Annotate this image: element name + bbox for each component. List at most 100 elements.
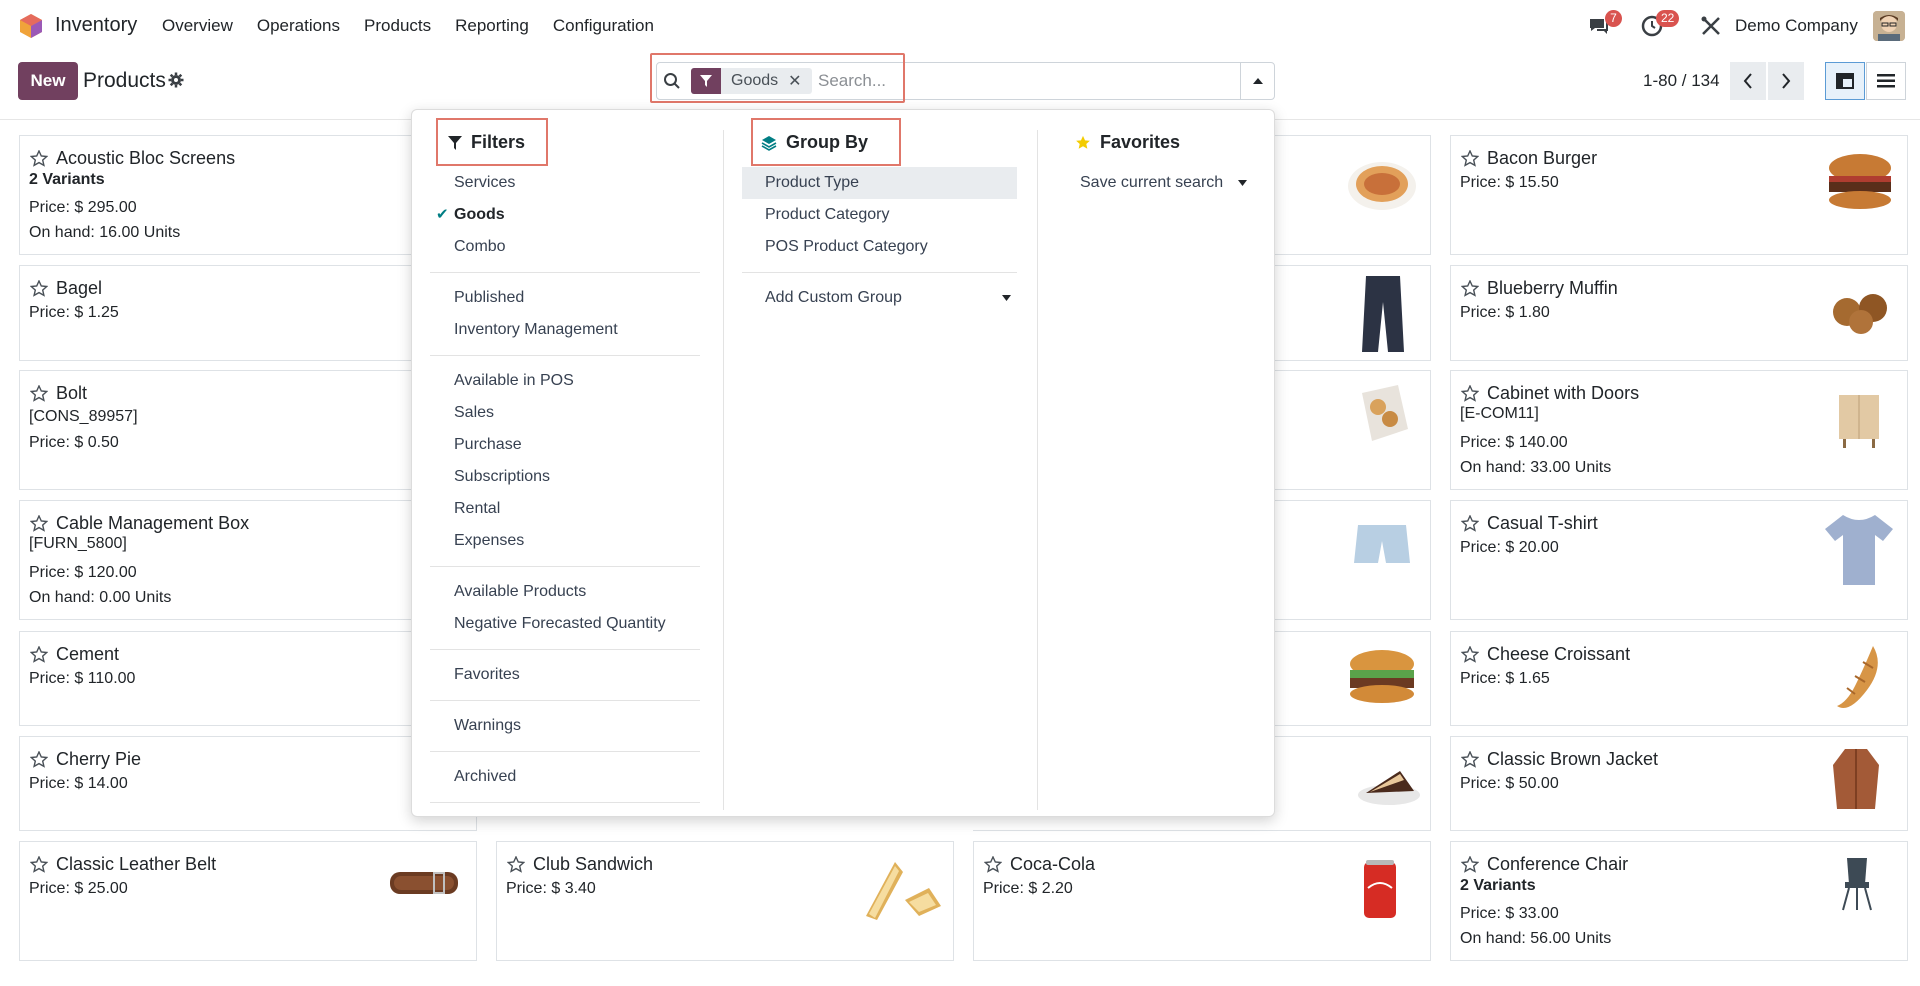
product-card[interactable]: Bolt [CONS_89957] Price: $ 0.50 [19, 370, 477, 490]
product-name: Cherry Pie [56, 749, 142, 769]
kanban-view-button[interactable] [1825, 62, 1865, 100]
filter-sales[interactable]: Sales [454, 404, 494, 422]
star-icon[interactable] [30, 515, 48, 533]
product-on-hand: On hand: 33.00 Units [1460, 459, 1612, 476]
product-card[interactable]: Cheese Croissant Price: $ 1.65 [1450, 631, 1908, 726]
groupby-product-type[interactable]: Product Type [765, 174, 859, 192]
product-card[interactable]: Bacon Burger Price: $ 15.50 [1450, 135, 1908, 255]
filter-warnings[interactable]: Warnings [454, 717, 521, 735]
filters-separator [430, 272, 700, 273]
product-card[interactable]: Cherry Pie Price: $ 14.00 [19, 736, 477, 831]
product-card[interactable]: Coca-Cola Price: $ 2.20 [973, 841, 1431, 961]
star-icon[interactable] [1461, 150, 1479, 168]
filter-combo[interactable]: Combo [454, 238, 506, 256]
product-card[interactable]: Cable Management Box [FURN_5800] Price: … [19, 500, 477, 620]
product-on-hand: On hand: 0.00 Units [29, 589, 172, 606]
product-reference: [CONS_89957] [29, 408, 138, 425]
gear-icon[interactable] [168, 72, 184, 88]
star-icon[interactable] [1461, 856, 1479, 874]
star-icon[interactable] [30, 646, 48, 664]
menu-products[interactable]: Products [364, 16, 431, 36]
product-card[interactable]: Bagel Price: $ 1.25 [19, 265, 477, 361]
product-card[interactable]: Cabinet with Doors [E-COM11] Price: $ 14… [1450, 370, 1908, 490]
save-current-search[interactable]: Save current search [1080, 174, 1223, 192]
groupby-product-category[interactable]: Product Category [765, 206, 890, 224]
search-options-dropdown: Filters ✔ Services Goods Combo Published… [411, 109, 1275, 817]
burger-image [1350, 650, 1414, 703]
jacket-image [1833, 749, 1879, 809]
user-avatar[interactable] [1873, 11, 1905, 41]
product-card[interactable]: Blueberry Muffin Price: $ 1.80 [1450, 265, 1908, 361]
star-icon[interactable] [984, 856, 1002, 874]
list-view-button[interactable] [1866, 62, 1906, 100]
product-card[interactable]: Conference Chair 2 Variants Price: $ 33.… [1450, 841, 1908, 961]
filter-available-products[interactable]: Available Products [454, 583, 586, 601]
product-card[interactable]: Casual T-shirt Price: $ 20.00 [1450, 500, 1908, 620]
menu-reporting[interactable]: Reporting [455, 16, 529, 36]
star-icon[interactable] [30, 856, 48, 874]
filter-purchase[interactable]: Purchase [454, 436, 522, 454]
product-name: Blueberry Muffin [1487, 278, 1618, 298]
menu-operations[interactable]: Operations [257, 16, 340, 36]
product-price: Price: $ 2.20 [983, 880, 1073, 897]
star-icon[interactable] [30, 280, 48, 298]
menu-configuration[interactable]: Configuration [553, 16, 654, 36]
inventory-app-icon[interactable] [18, 13, 44, 39]
product-name: Bacon Burger [1487, 148, 1598, 168]
pager-previous[interactable] [1730, 62, 1766, 100]
pager-next[interactable] [1768, 62, 1804, 100]
star-icon[interactable] [1461, 751, 1479, 769]
product-name: Cable Management Box [56, 513, 250, 533]
tools-icon[interactable] [1699, 14, 1723, 38]
cabinet-image [1839, 395, 1879, 448]
product-price: Price: $ 25.00 [29, 880, 128, 897]
product-card[interactable]: Classic Brown Jacket Price: $ 50.00 [1450, 736, 1908, 831]
star-icon[interactable] [1461, 385, 1479, 403]
messages-badge: 7 [1605, 10, 1622, 27]
product-name: Cheese Croissant [1487, 644, 1631, 664]
filter-services[interactable]: Services [454, 174, 515, 192]
filters-separator [430, 566, 700, 567]
product-price: Price: $ 140.00 [1460, 434, 1568, 451]
pie-slice-image [1358, 771, 1420, 805]
filter-rental[interactable]: Rental [454, 500, 500, 518]
filter-favorites[interactable]: Favorites [454, 666, 520, 684]
filter-negative-forecasted-quantity[interactable]: Negative Forecasted Quantity [454, 615, 666, 633]
product-card[interactable]: Acoustic Bloc Screens 2 Variants Price: … [19, 135, 477, 255]
pager-value[interactable]: 1-80 / 134 [1643, 71, 1720, 91]
filter-available-in-pos[interactable]: Available in POS [454, 372, 574, 390]
product-name: Casual T-shirt [1487, 513, 1598, 533]
star-icon[interactable] [507, 856, 525, 874]
product-name: Classic Leather Belt [56, 854, 217, 874]
app-name[interactable]: Inventory [55, 14, 137, 37]
product-name: Coca-Cola [1010, 854, 1096, 874]
filters-separator [430, 802, 700, 803]
filters-separator [430, 751, 700, 752]
star-icon[interactable] [30, 385, 48, 403]
product-card[interactable]: Club Sandwich Price: $ 3.40 [496, 841, 954, 961]
star-icon[interactable] [1461, 280, 1479, 298]
page-title: Products [83, 69, 166, 92]
product-on-hand: On hand: 56.00 Units [1460, 930, 1612, 947]
search-options-toggle[interactable] [1240, 62, 1275, 100]
filter-archived[interactable]: Archived [454, 768, 516, 786]
filter-inventory-management[interactable]: Inventory Management [454, 321, 618, 339]
product-card[interactable]: Cement Price: $ 110.00 [19, 631, 477, 726]
company-switcher[interactable]: Demo Company [1735, 16, 1858, 36]
filter-published[interactable]: Published [454, 289, 524, 307]
new-button[interactable]: New [18, 62, 78, 100]
filter-expenses[interactable]: Expenses [454, 532, 524, 550]
star-icon[interactable] [1461, 515, 1479, 533]
menu-overview[interactable]: Overview [162, 16, 233, 36]
product-price: Price: $ 15.50 [1460, 174, 1559, 191]
product-card[interactable]: Classic Leather Belt Price: $ 25.00 [19, 841, 477, 961]
star-icon[interactable] [30, 150, 48, 168]
filter-subscriptions[interactable]: Subscriptions [454, 468, 550, 486]
groupby-pos-product-category[interactable]: POS Product Category [765, 238, 928, 256]
star-icon[interactable] [1461, 646, 1479, 664]
add-custom-group-select[interactable]: Add Custom Group [765, 289, 902, 307]
filters-separator [430, 355, 700, 356]
filter-goods[interactable]: Goods [454, 206, 505, 224]
star-icon[interactable] [30, 751, 48, 769]
product-price: Price: $ 1.25 [29, 304, 119, 321]
